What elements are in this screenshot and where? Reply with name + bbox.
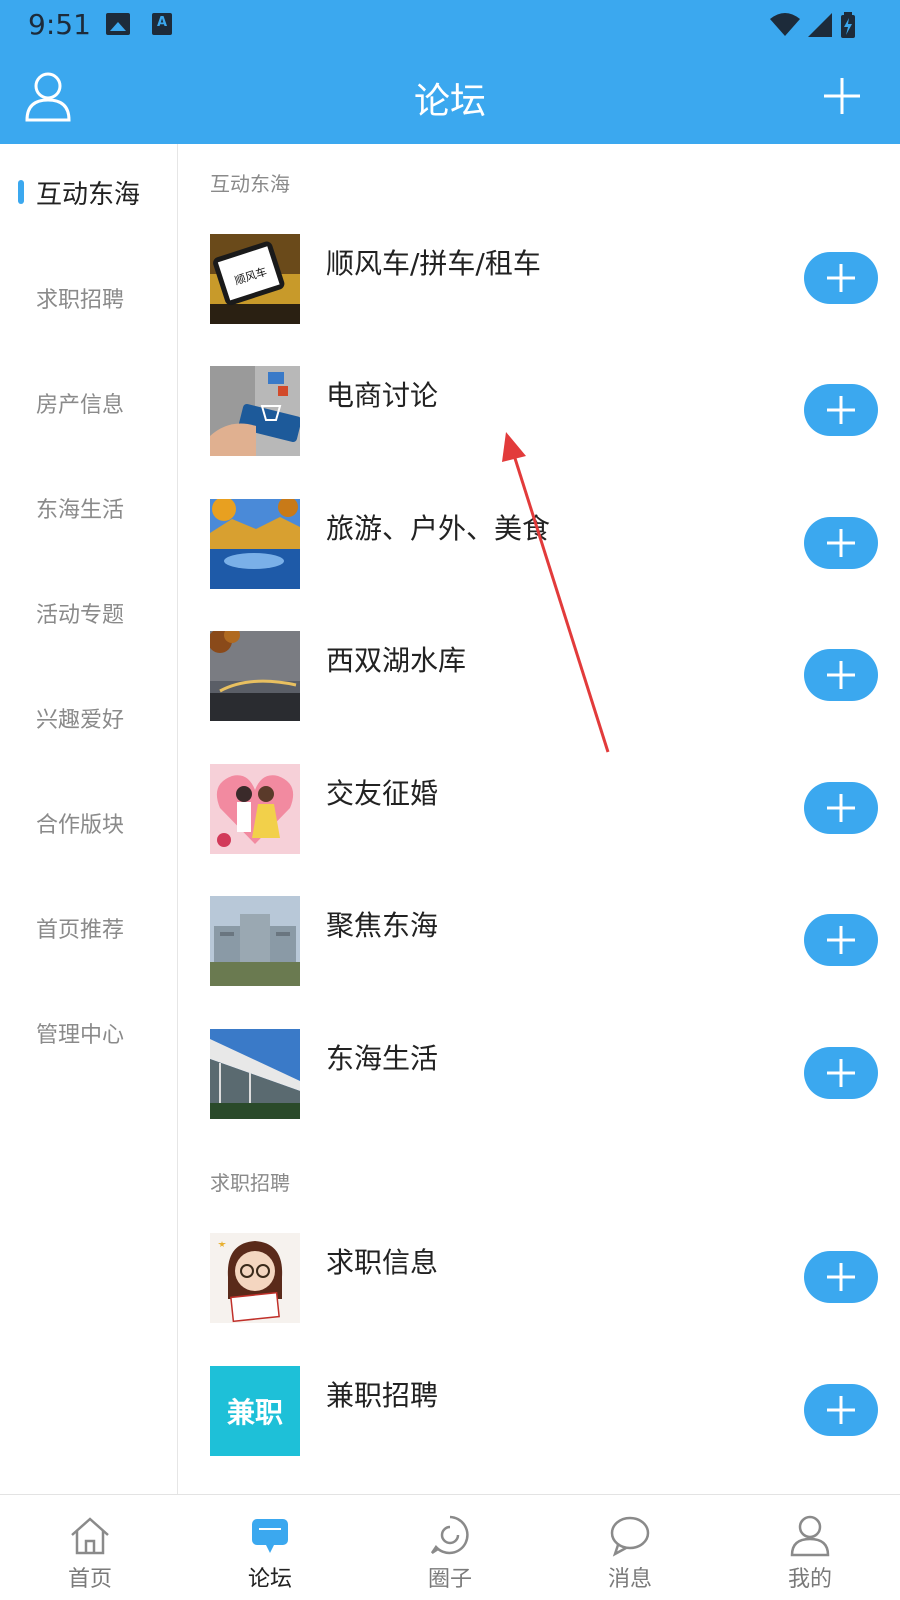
forum-row[interactable]: 西双湖水库 <box>210 631 878 723</box>
forum-name: 电商讨论 <box>326 379 439 412</box>
forum-row[interactable]: 顺风车 顺风车/拼车/租车 <box>210 234 878 326</box>
sidebar-item-donghai-shenghuo[interactable]: 东海生活 <box>0 478 178 538</box>
sidebar-item-hudong-donghai[interactable]: 互动东海 <box>0 162 178 222</box>
app-header: 论坛 <box>0 50 900 144</box>
battery-icon <box>841 12 855 38</box>
parttime-thumb-text: 兼职 <box>226 1396 283 1429</box>
follow-button[interactable] <box>804 517 878 569</box>
status-time: 9:51 <box>28 8 91 41</box>
sidebar-item-qiuzhi-zhaopin[interactable]: 求职招聘 <box>0 268 178 328</box>
follow-button[interactable] <box>804 1251 878 1303</box>
sidebar-item-xingqu-aihao[interactable]: 兴趣爱好 <box>0 688 178 748</box>
sidebar-item-label: 东海生活 <box>36 498 125 523</box>
forum-name: 聚焦东海 <box>326 909 439 942</box>
sidebar-item-hezuo-bankuai[interactable]: 合作版块 <box>0 793 178 853</box>
image-icon <box>106 13 130 35</box>
plus-icon[interactable] <box>822 76 862 116</box>
category-sidebar: 互动东海 求职招聘 房产信息 东海生活 活动专题 兴趣爱好 合作版块 首页推荐 … <box>0 144 178 1494</box>
follow-button[interactable] <box>804 1047 878 1099</box>
plus-icon <box>827 794 855 822</box>
forum-row[interactable]: 电商讨论 <box>210 366 878 458</box>
a-icon: A <box>152 13 172 35</box>
nav-item-forum[interactable]: 论坛 <box>180 1495 360 1600</box>
carpool-thumbnail: 顺风车 <box>210 234 300 324</box>
plus-icon <box>827 661 855 689</box>
forum-list: 互动东海 顺风车 顺风车/拼车/租车 电商讨论 旅游、户外、美食 西双湖水库 交… <box>178 144 900 1494</box>
status-right-icons <box>770 12 856 38</box>
ecommerce-thumbnail <box>210 366 300 456</box>
active-indicator <box>18 180 24 204</box>
signal-icon <box>808 13 832 37</box>
follow-button[interactable] <box>804 252 878 304</box>
nav-item-home[interactable]: 首页 <box>0 1495 180 1600</box>
reservoir-bridge-thumbnail <box>210 631 300 721</box>
couple-heart-thumbnail <box>210 764 300 854</box>
plus-icon <box>827 264 855 292</box>
forum-row[interactable]: 交友征婚 <box>210 764 878 856</box>
forum-name: 求职信息 <box>326 1246 439 1279</box>
nav-label: 消息 <box>607 1567 652 1592</box>
circle-icon <box>430 1515 469 1555</box>
follow-button[interactable] <box>804 914 878 966</box>
follow-button[interactable] <box>804 649 878 701</box>
plus-icon <box>827 1059 855 1087</box>
sidebar-item-label: 房产信息 <box>36 393 125 418</box>
forum-icon <box>252 1519 288 1553</box>
message-icon <box>610 1516 650 1557</box>
plus-icon <box>827 1396 855 1424</box>
status-bar: 9:51 A <box>0 0 900 50</box>
city-building-thumbnail <box>210 896 300 986</box>
sidebar-item-label: 合作版块 <box>36 813 125 838</box>
forum-name: 顺风车/拼车/租车 <box>326 247 541 280</box>
plus-icon <box>827 396 855 424</box>
forum-row[interactable]: 旅游、户外、美食 <box>210 499 878 591</box>
bottom-navigation: 首页 论坛 圈子 消息 我的 <box>0 1494 900 1600</box>
forum-name: 旅游、户外、美食 <box>326 512 551 545</box>
sidebar-item-label: 求职招聘 <box>36 288 125 313</box>
forum-row[interactable]: 东海生活 <box>210 1029 878 1121</box>
plus-icon <box>827 529 855 557</box>
forum-name: 兼职招聘 <box>326 1379 439 1412</box>
forum-name: 东海生活 <box>326 1042 439 1075</box>
nav-label: 首页 <box>67 1567 112 1592</box>
sidebar-item-label: 互动东海 <box>36 179 141 210</box>
forum-row[interactable]: 兼职 兼职招聘 <box>210 1366 878 1458</box>
sidebar-item-label: 首页推荐 <box>36 918 125 943</box>
sidebar-item-label: 兴趣爱好 <box>36 708 125 733</box>
nav-item-circle[interactable]: 圈子 <box>360 1495 540 1600</box>
follow-button[interactable] <box>804 384 878 436</box>
wifi-icon <box>770 13 800 36</box>
follow-button[interactable] <box>804 1384 878 1436</box>
forum-row[interactable]: 聚焦东海 <box>210 896 878 988</box>
nav-item-message[interactable]: 消息 <box>540 1495 720 1600</box>
sidebar-item-fangchan-xinxi[interactable]: 房产信息 <box>0 373 178 433</box>
nav-label: 论坛 <box>247 1567 292 1592</box>
sidebar-item-label: 活动专题 <box>36 603 125 628</box>
lake-autumn-thumbnail <box>210 499 300 589</box>
forum-name: 交友征婚 <box>326 777 439 810</box>
profile-icon <box>790 1515 830 1557</box>
nav-label: 我的 <box>787 1567 832 1592</box>
nav-label: 圈子 <box>427 1567 472 1592</box>
plus-icon <box>827 926 855 954</box>
section-header: 求职招聘 <box>210 1171 290 1195</box>
follow-button[interactable] <box>804 782 878 834</box>
sidebar-item-huodong-zhuanti[interactable]: 活动专题 <box>0 583 178 643</box>
stadium-thumbnail <box>210 1029 300 1119</box>
nav-item-profile[interactable]: 我的 <box>720 1495 900 1600</box>
forum-name: 西双湖水库 <box>326 644 467 677</box>
home-icon <box>71 1517 109 1555</box>
sidebar-item-shouye-tuijian[interactable]: 首页推荐 <box>0 898 178 958</box>
job-girl-thumbnail <box>210 1233 300 1323</box>
sidebar-item-guanli-zhongxin[interactable]: 管理中心 <box>0 1003 178 1063</box>
sidebar-item-label: 管理中心 <box>36 1023 125 1048</box>
page-title: 论坛 <box>413 81 486 122</box>
parttime-thumbnail: 兼职 <box>210 1366 300 1456</box>
forum-row[interactable]: 求职信息 <box>210 1233 878 1325</box>
plus-icon <box>827 1263 855 1291</box>
section-header: 互动东海 <box>210 172 290 196</box>
